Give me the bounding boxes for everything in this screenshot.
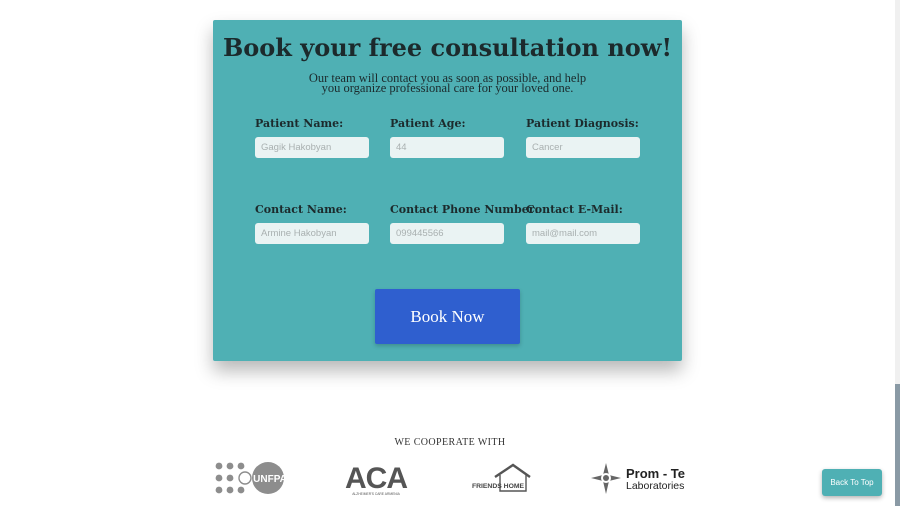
prom-test-logo[interactable]: Prom - Test Laboratories [591,463,697,494]
patient-age-label: Patient Age: [390,117,466,130]
aca-logo[interactable]: ACA ALZHEIMER'S CARE ARMENIA [340,462,412,496]
aca-logo-text: ACA [345,462,407,495]
consultation-form-card: Book your free consultation now! Our tea… [213,20,682,361]
contact-phone-label: Contact Phone Number: [390,203,539,216]
contact-name-input[interactable] [255,223,369,244]
form-title: Book your free consultation now! [222,33,672,62]
scrollbar-thumb[interactable] [895,384,900,506]
friends-home-logo[interactable]: FRIENDS HOME [467,463,532,493]
back-to-top-button[interactable]: Back To Top [822,469,882,496]
unfpa-logo-text: UNFPA [253,474,285,485]
patient-name-input[interactable] [255,137,369,158]
prom-test-logo-line2: Laboratories [626,480,684,492]
partners-title: WE COOPERATE WITH [394,437,506,448]
patient-name-label: Patient Name: [255,117,344,130]
patient-diagnosis-input[interactable] [526,137,640,158]
contact-name-label: Contact Name: [255,203,347,216]
contact-phone-input[interactable] [390,223,504,244]
unfpa-logo[interactable]: UNFPA [215,462,287,495]
patient-age-input[interactable] [390,137,504,158]
contact-email-input[interactable] [526,223,640,244]
friends-home-logo-text: FRIENDS HOME [472,483,525,490]
form-subtitle: Our team will contact you as soon as pos… [308,71,587,95]
aca-logo-tagline: ALZHEIMER'S CARE ARMENIA [352,492,400,496]
prom-test-logo-line1: Prom - Test [626,466,685,481]
book-now-button[interactable]: Book Now [375,289,520,344]
patient-diagnosis-label: Patient Diagnosis: [526,117,639,130]
contact-email-label: Contact E-Mail: [526,203,623,216]
